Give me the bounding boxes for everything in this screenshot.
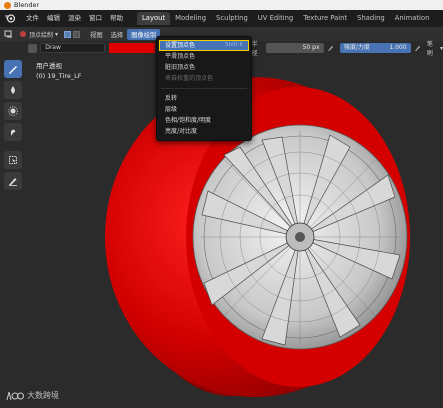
menu-item-label: 平滑顶点色	[165, 53, 196, 60]
editor-type-icon[interactable]	[4, 30, 13, 38]
menu-separator	[161, 88, 247, 89]
pressure-pen-icon[interactable]	[327, 44, 334, 52]
strength-pen-icon[interactable]	[414, 44, 421, 52]
tab-texture-paint[interactable]: Texture Paint	[298, 12, 352, 25]
left-toolbar	[4, 60, 22, 190]
menu-item-shortcut: Shift K	[225, 42, 243, 48]
watermark-text: 大数跨境	[27, 391, 59, 400]
tab-modeling[interactable]: Modeling	[170, 12, 211, 25]
smear-icon	[11, 129, 16, 136]
sun-icon	[8, 106, 18, 116]
tab-layout[interactable]: Layout	[137, 12, 171, 25]
blur-tool[interactable]	[4, 81, 22, 99]
view-name: 用户透视	[36, 62, 62, 70]
tab-shading[interactable]: Shading	[352, 12, 390, 25]
hub-center	[295, 232, 305, 242]
menu-view[interactable]: 视图	[86, 29, 107, 40]
menu-item-brightness-contrast[interactable]: 亮度/对比度	[157, 126, 251, 137]
strength-field[interactable]: 强度/力度 1.000	[339, 43, 411, 53]
menu-item-label: 色相/饱和度/明度	[165, 117, 212, 124]
window-title: Blender	[14, 1, 40, 9]
workspace-tabs: Layout Modeling Sculpting UV Editing Tex…	[137, 10, 434, 27]
vertex-mask-toggle[interactable]	[73, 30, 81, 38]
tab-sculpting[interactable]: Sculpting	[211, 12, 253, 25]
menu-item-label: 来自权重的顶点色	[165, 75, 214, 82]
menu-item-set-vertex-colors[interactable]: 设置顶点色 Shift K	[159, 40, 249, 51]
brush-name-field[interactable]: Draw	[40, 43, 106, 53]
mode-selector[interactable]: 顶点绘制 ▾	[19, 30, 58, 39]
object-name: (0) 19_Tire_LF	[36, 72, 82, 80]
brush-thumbnail[interactable]	[28, 43, 38, 53]
annotate-tool[interactable]	[4, 172, 22, 190]
draw-brush-tool[interactable]	[4, 60, 22, 78]
viewport-info: 用户透视 (0) 19_Tire_LF	[36, 61, 82, 81]
vertex-paint-icon	[20, 31, 26, 37]
strength-value: 1.000	[389, 44, 407, 51]
face-mask-toggle[interactable]	[64, 30, 72, 38]
tab-uv-editing[interactable]: UV Editing	[253, 12, 298, 25]
menu-render[interactable]: 渲染	[64, 10, 85, 27]
watermark: 大数跨境	[6, 390, 59, 401]
drop-icon	[11, 86, 15, 94]
menu-edit[interactable]: 编辑	[43, 10, 64, 27]
top-menu-bar: 文件 编辑 渲染 窗口 帮助 Layout Modeling Sculpting…	[0, 10, 443, 27]
menu-item-vertex-color-from-weight: 来自权重的顶点色	[157, 73, 251, 84]
watermark-logo-icon	[6, 391, 24, 400]
average-tool[interactable]	[4, 102, 22, 120]
mode-label: 顶点绘制	[29, 31, 54, 39]
box-select-icon	[9, 156, 17, 164]
menu-select[interactable]: 选择	[107, 29, 128, 40]
mask-toggles	[64, 30, 81, 38]
menu-file[interactable]: 文件	[22, 10, 43, 27]
strength-label: 强度/力度	[343, 44, 370, 51]
menu-help[interactable]: 帮助	[106, 10, 127, 27]
menu-item-hue-saturation-value[interactable]: 色相/饱和度/明度	[157, 115, 251, 126]
menu-item-label: 层级	[165, 106, 178, 113]
window-titlebar: Blender	[0, 0, 443, 10]
menu-item-label: 反转	[165, 95, 178, 102]
box-select-tool[interactable]	[4, 151, 22, 169]
brush-icon	[9, 66, 17, 74]
menu-item-label: 脏旧顶点色	[165, 64, 196, 71]
menu-item-label: 设置顶点色	[165, 42, 196, 49]
menu-item-smooth-vertex-colors[interactable]: 平滑顶点色	[157, 51, 251, 62]
paint-dropdown-menu: 设置顶点色 Shift K 平滑顶点色 脏旧顶点色 来自权重的顶点色 反转 层级…	[156, 36, 252, 141]
blender-menu-icon[interactable]	[4, 14, 16, 24]
chevron-down-icon: ▾	[55, 30, 59, 38]
menu-item-levels[interactable]: 层级	[157, 104, 251, 115]
radius-field[interactable]: 50 px	[265, 43, 324, 53]
blender-logo-icon	[4, 1, 11, 9]
tab-animation[interactable]: Animation	[390, 12, 435, 25]
smear-tool[interactable]	[4, 123, 22, 141]
menu-item-invert[interactable]: 反转	[157, 93, 251, 104]
paint-color-swatch[interactable]	[109, 43, 156, 53]
menu-item-label: 亮度/对比度	[165, 128, 198, 135]
menu-window[interactable]: 窗口	[85, 10, 106, 27]
menu-item-dirty-vertex-colors[interactable]: 脏旧顶点色	[157, 62, 251, 73]
annotate-pen-icon	[9, 178, 17, 186]
